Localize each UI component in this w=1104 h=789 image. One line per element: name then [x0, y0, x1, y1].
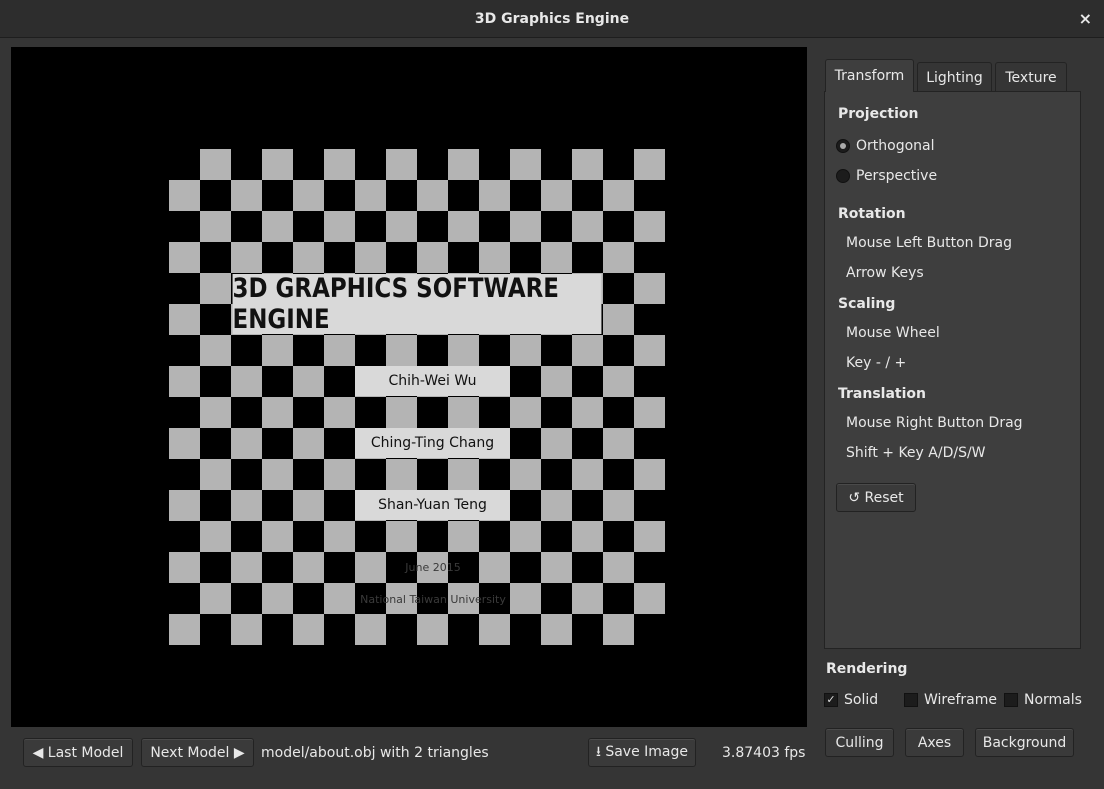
fps-readout: 3.87403 fps [722, 745, 806, 761]
radio-selected-icon [836, 139, 850, 153]
title-bar: 3D Graphics Engine × [0, 0, 1104, 38]
translation-heading: Translation [838, 386, 926, 402]
save-image-button[interactable]: ⭳ Save Image [588, 738, 696, 767]
splash-title: 3D GRAPHICS SOFTWARE ENGINE [232, 273, 602, 335]
checkbox-label: Solid [844, 692, 879, 708]
scaling-hint: Key - / + [846, 355, 907, 371]
radio-orthogonal[interactable]: Orthogonal [836, 138, 935, 154]
translation-hint: Shift + Key A/D/S/W [846, 445, 986, 461]
reset-button[interactable]: ↺ Reset [836, 483, 916, 512]
tab-lighting[interactable]: Lighting [917, 62, 992, 92]
axes-button[interactable]: Axes [905, 728, 964, 757]
rotation-heading: Rotation [838, 206, 906, 222]
next-model-button[interactable]: Next Model ▶ [141, 738, 254, 767]
normals-checkbox[interactable]: Normals [1004, 692, 1082, 708]
wireframe-checkbox[interactable]: Wireframe [904, 692, 997, 708]
checkbox-label: Normals [1024, 692, 1082, 708]
checkbox-label: Wireframe [924, 692, 998, 708]
author-name: Ching-Ting Chang [355, 428, 510, 458]
tab-transform[interactable]: Transform [825, 59, 914, 92]
radio-label: Perspective [856, 168, 938, 184]
unchecked-box-icon [904, 693, 918, 707]
scaling-heading: Scaling [838, 296, 896, 312]
translation-hint: Mouse Right Button Drag [846, 415, 1023, 431]
rotation-hint: Mouse Left Button Drag [846, 235, 1013, 251]
projection-heading: Projection [838, 106, 919, 122]
last-model-button[interactable]: ◀ Last Model [23, 738, 133, 767]
radio-perspective[interactable]: Perspective [836, 168, 937, 184]
culling-button[interactable]: Culling [825, 728, 894, 757]
radio-unselected-icon [836, 169, 850, 183]
check-icon: ✓ [824, 693, 838, 707]
splash-date: June 2015 [405, 561, 461, 574]
solid-checkbox[interactable]: ✓ Solid [824, 692, 878, 708]
splash-institution: National Taiwan University [360, 593, 506, 606]
window-title: 3D Graphics Engine [474, 10, 630, 27]
model-status: model/about.obj with 2 triangles [261, 745, 489, 761]
author-name: Chih-Wei Wu [355, 366, 510, 396]
rotation-hint: Arrow Keys [846, 265, 924, 281]
unchecked-box-icon [1004, 693, 1018, 707]
radio-label: Orthogonal [856, 138, 935, 154]
rendering-heading: Rendering [826, 661, 908, 677]
close-icon[interactable]: × [1079, 9, 1092, 28]
author-name: Shan-Yuan Teng [355, 490, 510, 520]
background-button[interactable]: Background [975, 728, 1074, 757]
render-viewport[interactable]: 3D GRAPHICS SOFTWARE ENGINE Chih-Wei Wu … [11, 47, 807, 727]
scaling-hint: Mouse Wheel [846, 325, 940, 341]
tab-texture[interactable]: Texture [995, 62, 1067, 92]
